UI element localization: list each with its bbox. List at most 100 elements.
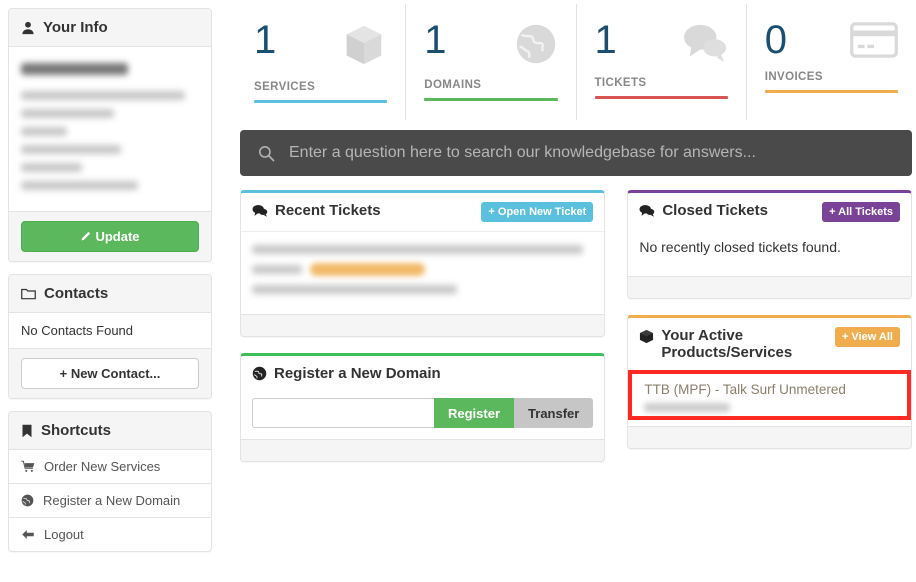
closed-tickets-footer (628, 276, 911, 298)
transfer-button[interactable]: Transfer (514, 398, 594, 429)
recent-tickets-title-group: Recent Tickets (252, 202, 381, 219)
redacted-product-detail (644, 402, 730, 412)
closed-tickets-body: No recently closed tickets found. (628, 231, 911, 276)
redacted-ticket-meta-row (252, 263, 593, 276)
shortcut-label: Order New Services (44, 459, 161, 474)
redacted-account-name (21, 63, 128, 75)
box-icon (341, 22, 387, 73)
stat-value: 1 (254, 18, 277, 62)
stat-services[interactable]: 1 SERVICES (236, 4, 407, 120)
register-domain-footer (241, 439, 605, 462)
your-info-body (9, 47, 211, 211)
closed-tickets-title-group: Closed Tickets (639, 202, 768, 219)
globe-icon (21, 494, 34, 507)
update-button[interactable]: Update (21, 221, 199, 252)
redacted-address-line (21, 91, 185, 100)
redacted-ticket-department (252, 265, 302, 274)
shortcuts-title: Shortcuts (41, 422, 112, 439)
register-domain-body: Register Transfer (241, 386, 604, 439)
comments-icon (682, 22, 728, 69)
register-domain-header: Register a New Domain (241, 356, 604, 386)
register-domain-title: Register a New Domain (274, 365, 441, 382)
stat-value: 1 (424, 18, 447, 62)
redacted-ticket-subject (252, 245, 584, 254)
view-all-button[interactable]: + View All (834, 327, 900, 347)
stat-tickets[interactable]: 1 TICKETS (577, 4, 747, 120)
search-icon (258, 145, 275, 162)
active-products-card: Your Active Products/Services + View All… (627, 315, 912, 449)
stat-underline (254, 100, 388, 103)
new-contact-button[interactable]: + New Contact... (21, 358, 199, 389)
arrow-left-icon (21, 528, 35, 541)
bookmark-icon (21, 424, 33, 438)
redacted-address-line (21, 181, 139, 190)
active-products-header: Your Active Products/Services + View All (628, 318, 911, 364)
cards-grid: Recent Tickets + Open New Ticket Registe… (236, 176, 916, 478)
closed-tickets-title: Closed Tickets (662, 202, 768, 219)
user-icon (21, 21, 35, 35)
stat-value: 0 (764, 18, 787, 62)
redacted-ticket-updated (252, 285, 457, 294)
stat-label: INVOICES (764, 71, 823, 83)
closed-tickets-header: Closed Tickets + All Tickets (628, 193, 911, 231)
dashboard-page: Your Info Update Contacts No Contacts Fo… (0, 0, 916, 582)
shortcut-order-new-services[interactable]: Order New Services (9, 450, 211, 483)
sidebar: Your Info Update Contacts No Contacts Fo… (8, 8, 212, 564)
register-button[interactable]: Register (434, 398, 515, 429)
open-new-ticket-button[interactable]: + Open New Ticket (481, 202, 594, 222)
your-info-footer: Update (9, 211, 211, 261)
stats-bar: 1 SERVICES 1 DOMAINS 1 TICKETS 0 INVOICE… (236, 0, 916, 120)
shortcut-label: Register a New Domain (43, 493, 181, 508)
cards-left-column: Recent Tickets + Open New Ticket Registe… (240, 190, 606, 478)
stat-underline (764, 90, 898, 93)
stat-label: DOMAINS (424, 79, 482, 91)
contacts-empty-text: No Contacts Found (21, 323, 134, 338)
closed-tickets-card: Closed Tickets + All Tickets No recently… (627, 190, 912, 299)
redacted-address-line (21, 163, 82, 172)
recent-tickets-title: Recent Tickets (275, 202, 381, 219)
stat-value: 1 (594, 18, 617, 62)
shortcut-register-a-new-domain[interactable]: Register a New Domain (9, 483, 211, 517)
active-product-name[interactable]: TTB (MPF) - Talk Surf Unmetered (644, 382, 895, 397)
domain-search-form: Register Transfer (252, 398, 594, 429)
recent-tickets-header: Recent Tickets + Open New Ticket (241, 193, 605, 232)
knowledgebase-search[interactable]: Enter a question here to search our know… (240, 130, 912, 176)
comments-icon (252, 204, 268, 217)
contacts-header: Contacts (9, 275, 211, 313)
shortcut-logout[interactable]: Logout (9, 517, 211, 551)
main-content: 1 SERVICES 1 DOMAINS 1 TICKETS 0 INVOICE… (236, 0, 916, 478)
cart-icon (21, 460, 35, 473)
stat-label: SERVICES (254, 81, 316, 93)
active-products-body: TTB (MPF) - Talk Surf Unmetered (628, 364, 911, 420)
shortcuts-header: Shortcuts (9, 412, 211, 450)
contacts-title: Contacts (44, 285, 109, 302)
cards-right-column: Closed Tickets + All Tickets No recently… (627, 190, 912, 478)
recent-tickets-footer (241, 314, 605, 336)
closed-tickets-empty-text: No recently closed tickets found. (639, 239, 841, 255)
creditcard-icon (850, 22, 898, 63)
stat-label: TICKETS (594, 77, 647, 89)
box-icon (639, 329, 654, 344)
update-button-label: Update (95, 229, 140, 244)
globe-icon (514, 22, 558, 71)
your-info-header: Your Info (9, 9, 211, 47)
all-tickets-button[interactable]: + All Tickets (822, 202, 900, 222)
folder-icon (21, 287, 36, 301)
search-input[interactable]: Enter a question here to search our know… (289, 144, 756, 162)
contacts-footer: + New Contact... (9, 348, 211, 398)
globe-icon (252, 366, 267, 381)
your-info-title: Your Info (43, 19, 108, 36)
redacted-address-line (21, 145, 121, 154)
active-products-title: Your Active Products/Services (661, 327, 793, 362)
shortcut-label: Logout (44, 527, 84, 542)
stat-domains[interactable]: 1 DOMAINS (406, 4, 577, 120)
register-domain-title-group: Register a New Domain (252, 365, 441, 382)
pencil-icon (80, 231, 91, 242)
redacted-address-line (21, 109, 114, 118)
active-products-title-group: Your Active Products/Services (639, 327, 809, 362)
ticket-status-badge (310, 263, 425, 276)
active-products-footer (628, 425, 911, 448)
stat-invoices[interactable]: 0 INVOICES (747, 4, 916, 120)
stat-underline (594, 96, 728, 99)
domain-input[interactable] (252, 398, 434, 429)
